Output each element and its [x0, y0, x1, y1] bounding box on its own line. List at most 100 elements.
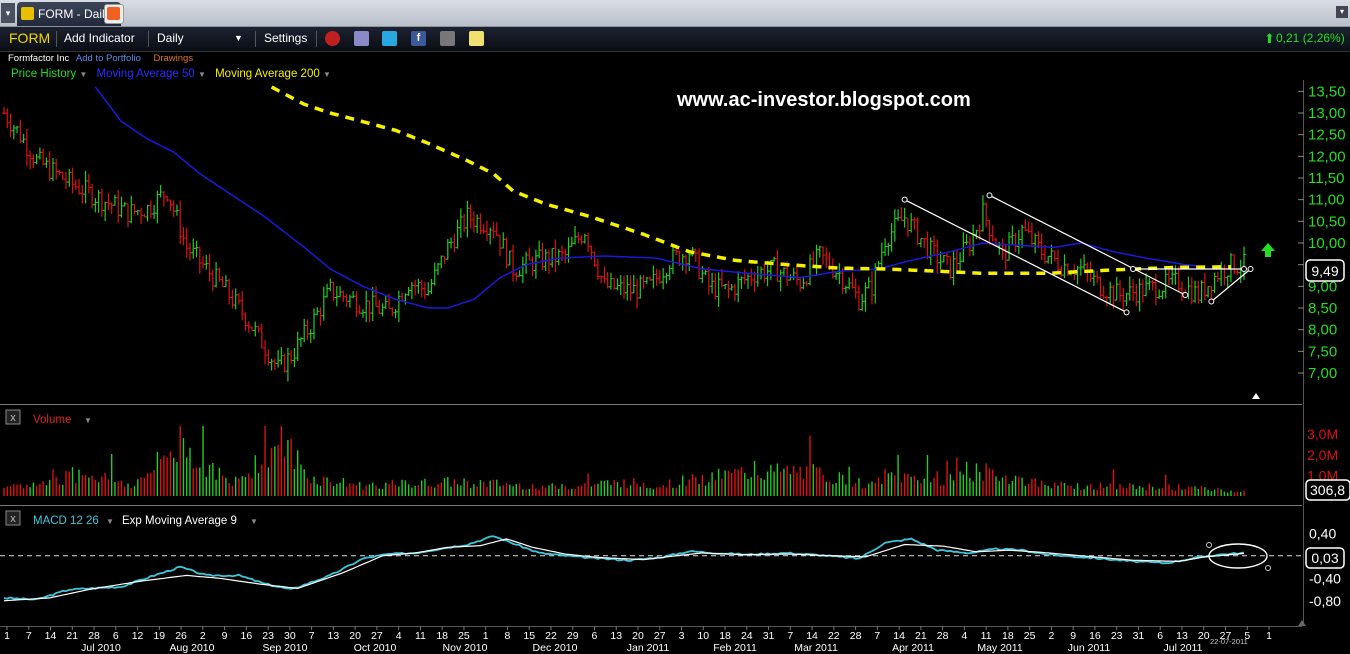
- scroll-icon[interactable]: [1298, 620, 1306, 626]
- time-day-label: 16: [241, 630, 253, 642]
- time-day-label: 27: [654, 630, 666, 642]
- stock-chart: 13,50 13,00 12,50 12,00 11,50 11,00 10,50 10,00…: [0, 80, 1350, 654]
- last-price-value: 9,49: [1311, 263, 1338, 279]
- volume-label[interactable]: Volume: [33, 414, 71, 426]
- time-day-label: 30: [284, 630, 296, 642]
- volume-dropdown-icon[interactable]: ▼: [84, 416, 92, 425]
- time-day-label: 7: [26, 630, 32, 642]
- time-month-label: Jul 2011: [1164, 642, 1203, 654]
- time-month-label: Jun 2011: [1068, 642, 1111, 654]
- time-day-label: 28: [88, 630, 100, 642]
- time-month-label: Mar 2011: [794, 642, 838, 654]
- time-day-label: 7: [787, 630, 793, 642]
- trend-lines: [901, 192, 1254, 316]
- macd-tick-label: -0,80: [1309, 593, 1341, 609]
- time-day-label: 18: [719, 630, 731, 642]
- time-day-label: 20: [349, 630, 361, 642]
- close-icon[interactable]: x: [10, 513, 16, 525]
- time-day-label: 6: [113, 630, 119, 642]
- price-tick-label: 11,00: [1308, 192, 1344, 209]
- time-month-label: May 2011: [977, 642, 1022, 654]
- time-day-label: 20: [632, 630, 644, 642]
- date-stamp: 22-07-2011: [1210, 637, 1248, 646]
- axes-labels: 13,50 13,00 12,50 12,00 11,50 11,00 10,50 10,00…: [4, 83, 1345, 654]
- signal-label[interactable]: Exp Moving Average 9: [122, 515, 237, 527]
- time-day-label: 28: [850, 630, 862, 642]
- macd-tick-label: -0,40: [1309, 570, 1341, 586]
- trend-line-handle[interactable]: [1241, 266, 1247, 272]
- price-tick-label: 11,50: [1308, 170, 1344, 187]
- price-tick-label: 13,00: [1308, 105, 1346, 122]
- time-day-label: 14: [806, 630, 818, 642]
- ellipse-handle[interactable]: [1206, 542, 1212, 548]
- trend-line-handle[interactable]: [1208, 298, 1215, 305]
- time-day-label: 16: [1089, 630, 1101, 642]
- last-macd-value: 0,03: [1311, 550, 1338, 566]
- time-day-label: 1: [4, 630, 10, 642]
- time-month-label: Feb 2011: [713, 642, 757, 654]
- price-tick-label: 10,00: [1308, 235, 1346, 252]
- macd-lines: [0, 535, 1302, 602]
- macd-label[interactable]: MACD 12 26: [33, 515, 99, 527]
- macd-dropdown-icon[interactable]: ▼: [106, 517, 114, 526]
- price-tick-label: 13,50: [1308, 83, 1346, 100]
- close-icon[interactable]: x: [10, 412, 16, 424]
- time-day-label: 22: [828, 630, 840, 642]
- trend-line[interactable]: [904, 199, 1127, 313]
- time-month-label: Jul 2010: [81, 642, 121, 654]
- trend-line-handle[interactable]: [1130, 266, 1137, 272]
- time-day-label: 28: [937, 630, 949, 642]
- time-day-label: 23: [1111, 630, 1123, 642]
- time-day-label: 14: [45, 630, 57, 642]
- time-day-label: 11: [981, 630, 992, 642]
- time-day-label: 6: [592, 630, 598, 642]
- price-tick-label: 7,50: [1308, 343, 1337, 360]
- trend-line-handle[interactable]: [901, 196, 908, 203]
- time-day-label: 2: [1048, 630, 1054, 642]
- time-day-label: 2: [200, 630, 206, 642]
- time-month-label: Nov 2010: [443, 642, 488, 654]
- price-tick-label: 12,50: [1308, 127, 1346, 144]
- signal-dropdown-icon[interactable]: ▼: [250, 517, 258, 526]
- volume-tick-label: 3,0M: [1307, 426, 1338, 442]
- time-day-label: 7: [874, 630, 880, 642]
- watermark-text: www.ac-investor.blogspot.com: [676, 89, 971, 111]
- time-month-label: Oct 2010: [354, 642, 397, 654]
- time-day-label: 27: [371, 630, 383, 642]
- time-month-label: Apr 2011: [892, 642, 934, 654]
- time-day-label: 22: [545, 630, 557, 642]
- time-month-label: Dec 2010: [533, 642, 578, 654]
- time-month-label: Sep 2010: [263, 642, 308, 654]
- time-day-label: 9: [222, 630, 228, 642]
- time-day-label: 1: [1266, 630, 1272, 642]
- trend-line-handle[interactable]: [986, 192, 993, 199]
- time-day-label: 11: [415, 630, 426, 642]
- time-day-label: 4: [396, 630, 402, 642]
- time-day-label: 24: [741, 630, 753, 642]
- trend-line-handle[interactable]: [1247, 266, 1254, 272]
- time-day-label: 4: [961, 630, 967, 642]
- macd-line: [3, 535, 1245, 601]
- trend-line-handle[interactable]: [1123, 309, 1130, 316]
- time-day-label: 6: [1157, 630, 1163, 642]
- macd-tick-label: 0,40: [1309, 525, 1336, 541]
- time-day-label: 9: [1070, 630, 1076, 642]
- scroll-up-icon[interactable]: [1252, 393, 1260, 399]
- price-tick-label: 12,00: [1308, 148, 1346, 165]
- trend-line-handle[interactable]: [1182, 292, 1189, 298]
- price-tick-label: 10,50: [1308, 213, 1346, 230]
- price-tick-label: 8,00: [1308, 322, 1337, 339]
- price-tick-label: 8,50: [1308, 300, 1337, 317]
- ellipse-handle[interactable]: [1265, 565, 1271, 571]
- time-day-label: 14: [893, 630, 905, 642]
- time-day-label: 31: [1133, 630, 1145, 642]
- time-day-label: 23: [262, 630, 274, 642]
- time-day-label: 29: [567, 630, 579, 642]
- time-day-label: 18: [1002, 630, 1014, 642]
- time-day-label: 18: [436, 630, 448, 642]
- buy-signal-arrow-icon: [1261, 243, 1275, 257]
- time-day-label: 25: [1024, 630, 1036, 642]
- time-day-label: 13: [610, 630, 622, 642]
- time-day-label: 10: [697, 630, 709, 642]
- volume-bars: [3, 426, 1245, 496]
